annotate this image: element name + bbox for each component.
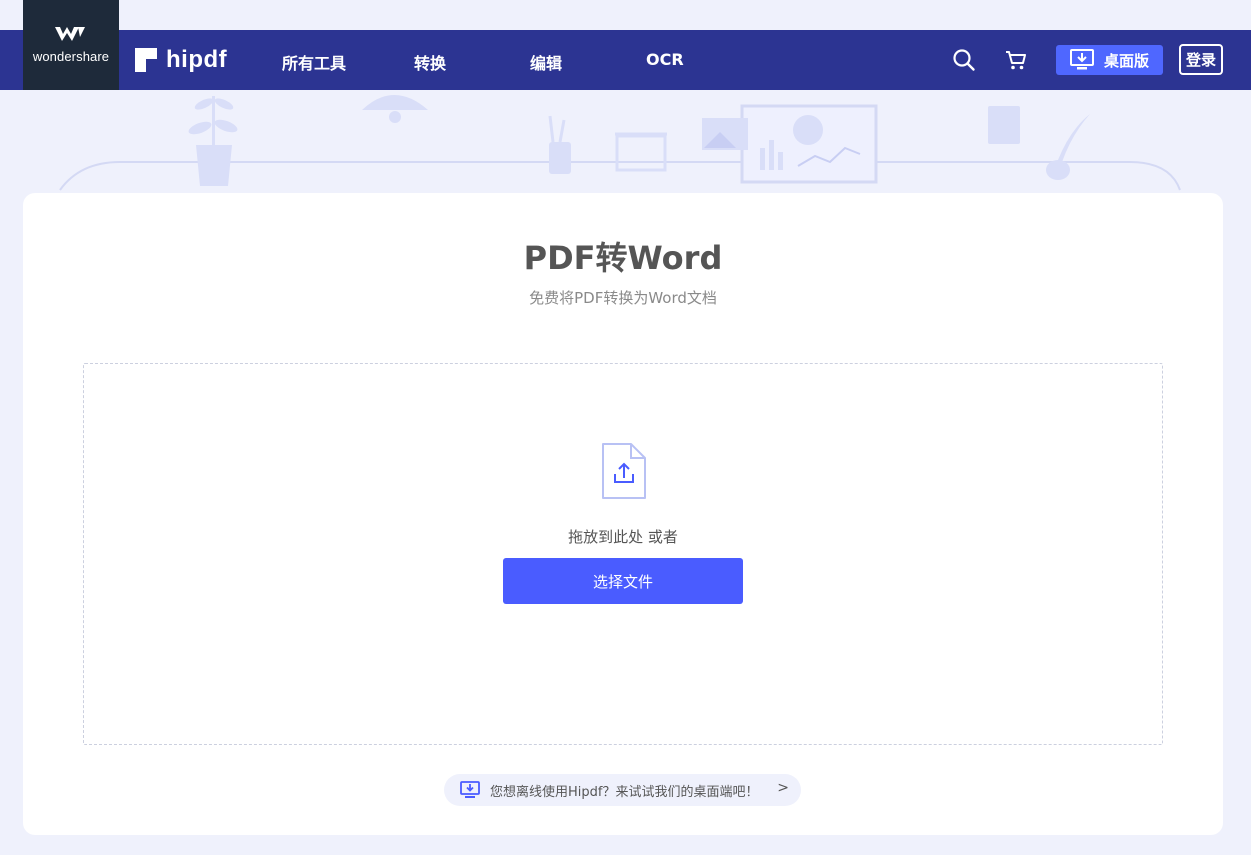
desktop-promo-banner[interactable]: 您想离线使用Hipdf？来试试我们的桌面端吧！ > xyxy=(444,774,801,806)
wondershare-text: wondershare xyxy=(32,49,110,64)
nav-edit[interactable]: 编辑 xyxy=(530,50,562,74)
upload-file-icon xyxy=(602,443,646,499)
page-subtitle: 免费将PDF转换为Word文档 xyxy=(529,289,717,307)
desktop-version-button[interactable]: 桌面版 xyxy=(1056,45,1163,75)
hipdf-logo[interactable]: hipdf xyxy=(135,46,227,74)
page-title: PDF转Word xyxy=(523,239,723,277)
download-desktop-icon xyxy=(1069,49,1094,70)
lamp-illustration xyxy=(362,95,428,123)
quill-pot-illustration xyxy=(1046,114,1090,180)
desktop-download-icon xyxy=(460,781,480,798)
board-illustration xyxy=(615,132,667,172)
plant-illustration xyxy=(188,96,238,186)
pencil-cup-illustration xyxy=(548,115,571,174)
cart-icon[interactable] xyxy=(1004,48,1028,72)
chevron-right-icon: > xyxy=(777,780,789,796)
hipdf-wordmark: hipdf xyxy=(166,46,228,73)
nav-ocr[interactable]: OCR xyxy=(646,50,684,69)
wondershare-mark-icon xyxy=(55,27,85,41)
monitor-chart-illustration xyxy=(740,104,878,184)
promo-text: 您想离线使用Hipdf？来试试我们的桌面端吧！ xyxy=(490,784,759,800)
picture-illustration xyxy=(702,118,748,150)
choose-file-button[interactable]: 选择文件 xyxy=(503,558,743,604)
search-icon[interactable] xyxy=(952,48,976,72)
file-drop-zone[interactable]: 拖放到此处 或者 选择文件 xyxy=(83,363,1163,745)
login-label: 登录 xyxy=(1185,51,1216,69)
desktop-version-label: 桌面版 xyxy=(1103,51,1149,70)
nav-convert[interactable]: 转换 xyxy=(414,50,446,74)
nav-all-tools[interactable]: 所有工具 xyxy=(282,50,346,74)
converter-card: PDF转Word 免费将PDF转换为Word文档 拖放到此处 或者 选择文件 您… xyxy=(23,193,1223,835)
hipdf-logo-icon xyxy=(135,48,157,72)
login-button[interactable]: 登录 xyxy=(1179,44,1223,75)
document-illustration xyxy=(988,106,1020,144)
wondershare-logo[interactable]: wondershare xyxy=(23,0,119,90)
header-illustration xyxy=(59,95,1181,191)
drop-hint-text: 拖放到此处 或者 xyxy=(568,528,678,546)
